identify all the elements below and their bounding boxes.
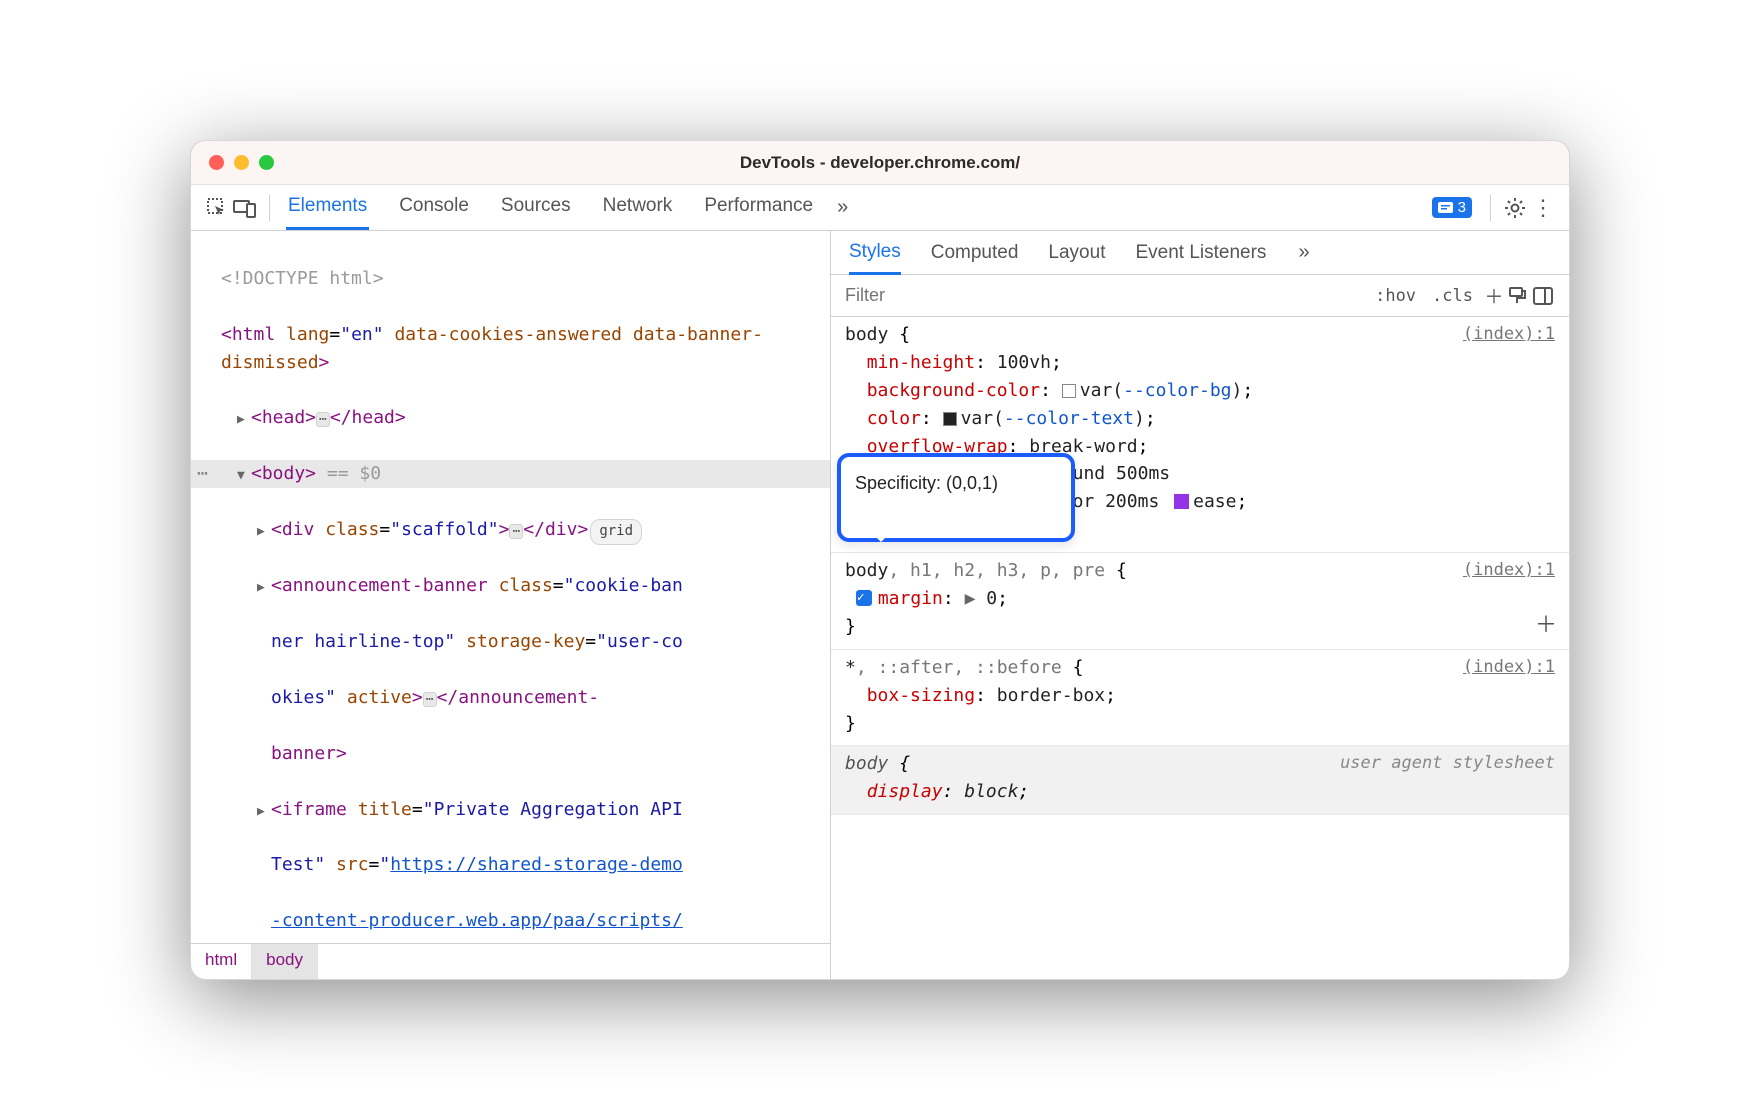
tab-elements[interactable]: Elements [286,185,369,230]
rule-ua-body[interactable]: user agent stylesheet body { display: bl… [831,746,1569,815]
more-rtabs-icon[interactable]: » [1298,241,1309,264]
tab-performance[interactable]: Performance [702,185,815,230]
styles-filter-input[interactable] [831,285,1367,306]
styles-tabs: Styles Computed Layout Event Listeners » [831,231,1569,275]
add-property-icon[interactable]: ＋ [1535,609,1557,643]
paint-icon[interactable] [1507,286,1533,306]
window-title: DevTools - developer.chrome.com/ [191,153,1569,173]
main-toolbar: Elements Console Sources Network Perform… [191,185,1569,231]
crumb-html[interactable]: html [191,944,252,979]
doctype: <!DOCTYPE html> [221,268,384,289]
easing-icon[interactable] [1174,494,1189,509]
panel-tabs: Elements Console Sources Network Perform… [286,185,815,230]
rules-list: (index):1 body { min-height: 100vh; back… [831,317,1569,979]
panel-toggle-icon[interactable] [1533,287,1559,305]
specificity-tooltip: Specificity: (0,0,1) [837,453,1075,542]
rule-source[interactable]: (index):1 [1463,557,1555,583]
kebab-icon[interactable]: ⋮ [1529,194,1557,222]
tab-network[interactable]: Network [601,185,675,230]
prop-checkbox[interactable] [856,590,872,606]
titlebar: DevTools - developer.chrome.com/ [191,141,1569,185]
rtab-computed[interactable]: Computed [931,242,1019,264]
rule-margin-reset[interactable]: (index):1 body, h1, h2, h3, p, pre { mar… [831,553,1569,650]
rule-source-ua: user agent stylesheet [1340,750,1555,776]
breadcrumb: html body [191,943,830,979]
layout-badge[interactable]: grid [590,519,642,545]
cls-toggle[interactable]: .cls [1424,286,1481,306]
issues-badge[interactable]: 3 [1432,197,1472,218]
rtab-styles[interactable]: Styles [849,241,901,275]
tab-console[interactable]: Console [397,185,471,230]
rtab-listeners[interactable]: Event Listeners [1135,242,1266,264]
more-tabs-icon[interactable]: » [837,196,848,219]
gear-icon[interactable] [1501,194,1529,222]
hov-toggle[interactable]: :hov [1367,286,1424,306]
new-rule-icon[interactable]: ＋ [1481,282,1507,309]
inspect-icon[interactable] [203,194,231,222]
crumb-body[interactable]: body [252,944,318,979]
rule-source[interactable]: (index):1 [1463,654,1555,680]
device-mode-icon[interactable] [231,194,259,222]
rule-source[interactable]: (index):1 [1463,321,1555,347]
dom-tree[interactable]: <!DOCTYPE html> <html lang="en" data-coo… [191,231,830,943]
rtab-layout[interactable]: Layout [1048,242,1105,264]
styles-filter-row: :hov .cls ＋ [831,275,1569,317]
issues-count: 3 [1458,199,1466,216]
rule-box-sizing[interactable]: (index):1 *, ::after, ::before { box-siz… [831,650,1569,747]
devtools-window: DevTools - developer.chrome.com/ Element… [190,140,1570,980]
dom-body-selected[interactable]: ▼<body> == $0 [191,460,830,488]
tab-sources[interactable]: Sources [499,185,573,230]
